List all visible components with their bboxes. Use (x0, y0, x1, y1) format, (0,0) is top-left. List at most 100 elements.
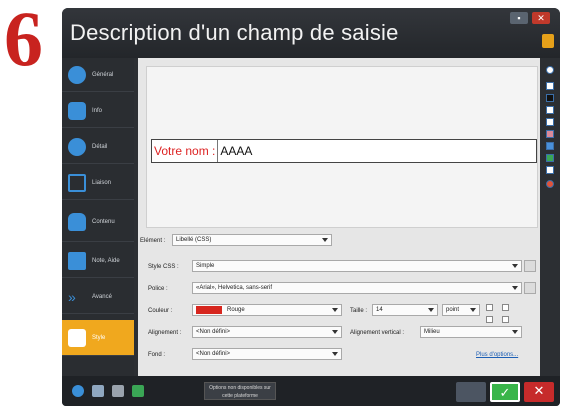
sidebar-item-info[interactable]: Info (62, 94, 134, 128)
font-value: «Arial», Helvetica, sans-serif (196, 285, 273, 291)
palette-icon[interactable] (546, 180, 554, 188)
style-css-value: Simple (196, 263, 215, 269)
size-value: 14 (376, 307, 383, 313)
color-swatch (196, 306, 222, 314)
sidebar-item-liaison[interactable]: Liaison (62, 166, 134, 200)
step-number: 6 (4, 0, 43, 82)
font-edit-button[interactable] (524, 282, 536, 294)
close-window-button[interactable]: ✕ (532, 12, 550, 24)
style-icon (68, 328, 86, 347)
vertical-alignment-label: Alignement vertical : (350, 330, 405, 336)
tool-square-icon[interactable] (546, 118, 554, 126)
size-unit-select[interactable]: point (442, 304, 480, 316)
strike-checkbox[interactable] (502, 316, 509, 323)
preview-field: Votre nom : AAAA (151, 139, 537, 163)
window-icon[interactable] (92, 385, 104, 397)
sidebar: Général Info Détail Liaison Contenu Note… (62, 58, 134, 376)
background-select[interactable]: <Non défini> (192, 348, 342, 360)
size-unit-value: point (446, 307, 460, 313)
alignment-select[interactable]: <Non défini> (192, 326, 342, 338)
window-link-icon (68, 173, 86, 192)
sidebar-item-label: Contenu (92, 218, 115, 225)
vertical-alignment-select[interactable]: Milieu (420, 326, 522, 338)
monitor-icon[interactable] (132, 385, 144, 397)
chevron-down-icon (512, 264, 518, 268)
preview-label: Votre nom : (154, 144, 216, 158)
chevron-down-icon (470, 308, 476, 312)
green-square-icon[interactable] (546, 154, 554, 162)
sidebar-item-general[interactable]: Général (62, 58, 134, 92)
chevron-down-icon (428, 308, 434, 312)
sidebar-item-label: Style (92, 334, 106, 341)
sidebar-item-style[interactable]: Style (62, 320, 134, 356)
pink-square-icon[interactable] (546, 130, 554, 138)
color-select[interactable]: Rouge (192, 304, 342, 316)
sidebar-item-label: Général (92, 71, 114, 78)
chat-bubbles-icon (68, 101, 86, 120)
close-icon: ✕ (533, 383, 545, 398)
style-css-label: Style CSS : (148, 264, 179, 270)
check-icon: ✓ (499, 385, 511, 400)
chevron-down-icon (512, 286, 518, 290)
title-bar: Description d'un champ de saisie ▪ ✕ (62, 8, 560, 58)
more-options-link[interactable]: Plus d'options... (476, 352, 518, 358)
blue-square-icon[interactable] (546, 142, 554, 150)
info-circle-icon (68, 65, 86, 84)
sidebar-item-avance[interactable]: » Avancé (62, 280, 134, 314)
chevron-down-icon (332, 330, 338, 334)
sidebar-item-contenu[interactable]: Contenu (62, 202, 134, 242)
toolstrip (544, 66, 556, 196)
tool-square-icon[interactable] (546, 82, 554, 90)
sidebar-item-label: Info (92, 107, 103, 114)
sidebar-item-detail[interactable]: Détail (62, 130, 134, 164)
cancel-button[interactable]: ✕ (524, 382, 554, 402)
dialog-window: Description d'un champ de saisie ▪ ✕ Gén… (62, 8, 560, 406)
element-label: Elément : (140, 238, 166, 244)
preview-input: AAAA (217, 140, 536, 162)
sidebar-item-label: Note, Aide (92, 257, 120, 264)
vertical-alignment-value: Milieu (424, 329, 440, 335)
detail-circle-icon (68, 137, 86, 156)
tool-square-icon[interactable] (546, 106, 554, 114)
bottom-bar: Options non disponibles sur cette platef… (62, 376, 560, 406)
chevrons-right-icon: » (68, 288, 76, 305)
bold-checkbox[interactable] (486, 304, 493, 311)
size-select[interactable]: 14 (372, 304, 438, 316)
element-select-value: Libellé (CSS) (176, 237, 212, 243)
chevron-down-icon (332, 308, 338, 312)
sidebar-item-label: Détail (92, 143, 108, 150)
tool-square-icon[interactable] (546, 166, 554, 174)
color-label: Couleur : (148, 308, 173, 314)
minimize-button[interactable]: ▪ (510, 12, 528, 24)
background-value: <Non défini> (196, 351, 231, 357)
style-css-edit-button[interactable] (524, 260, 536, 272)
color-value: Rouge (227, 307, 245, 313)
sidebar-item-label: Liaison (92, 179, 112, 186)
font-label: Police : (148, 286, 168, 292)
bottle-icon (68, 212, 86, 231)
chevron-down-icon (322, 238, 328, 242)
font-select[interactable]: «Arial», Helvetica, sans-serif (192, 282, 522, 294)
italic-checkbox[interactable] (502, 304, 509, 311)
size-label: Taille : (350, 308, 368, 314)
chevron-down-icon (332, 352, 338, 356)
ok-button[interactable]: ✓ (490, 382, 520, 402)
back-button[interactable] (456, 382, 486, 402)
dialog-title: Description d'un champ de saisie (70, 20, 399, 45)
help-icon[interactable] (542, 34, 554, 48)
info-icon[interactable] (546, 66, 554, 74)
style-css-select[interactable]: Simple (192, 260, 522, 272)
sidebar-item-note-aide[interactable]: Note, Aide (62, 244, 134, 278)
black-square-icon[interactable] (546, 94, 554, 102)
background-label: Fond : (148, 352, 166, 358)
globe-icon[interactable] (72, 385, 84, 397)
note-icon (68, 251, 86, 270)
chevron-down-icon (512, 330, 518, 334)
element-select[interactable]: Libellé (CSS) (172, 234, 332, 246)
underline-checkbox[interactable] (486, 316, 493, 323)
preview-area: Votre nom : AAAA (146, 66, 538, 228)
sidebar-item-label: Avancé (92, 293, 112, 300)
alignment-label: Alignement : (148, 330, 182, 336)
phone-icon[interactable] (112, 385, 124, 397)
style-panel: Votre nom : AAAA Elément : Libellé (CSS)… (138, 58, 540, 376)
